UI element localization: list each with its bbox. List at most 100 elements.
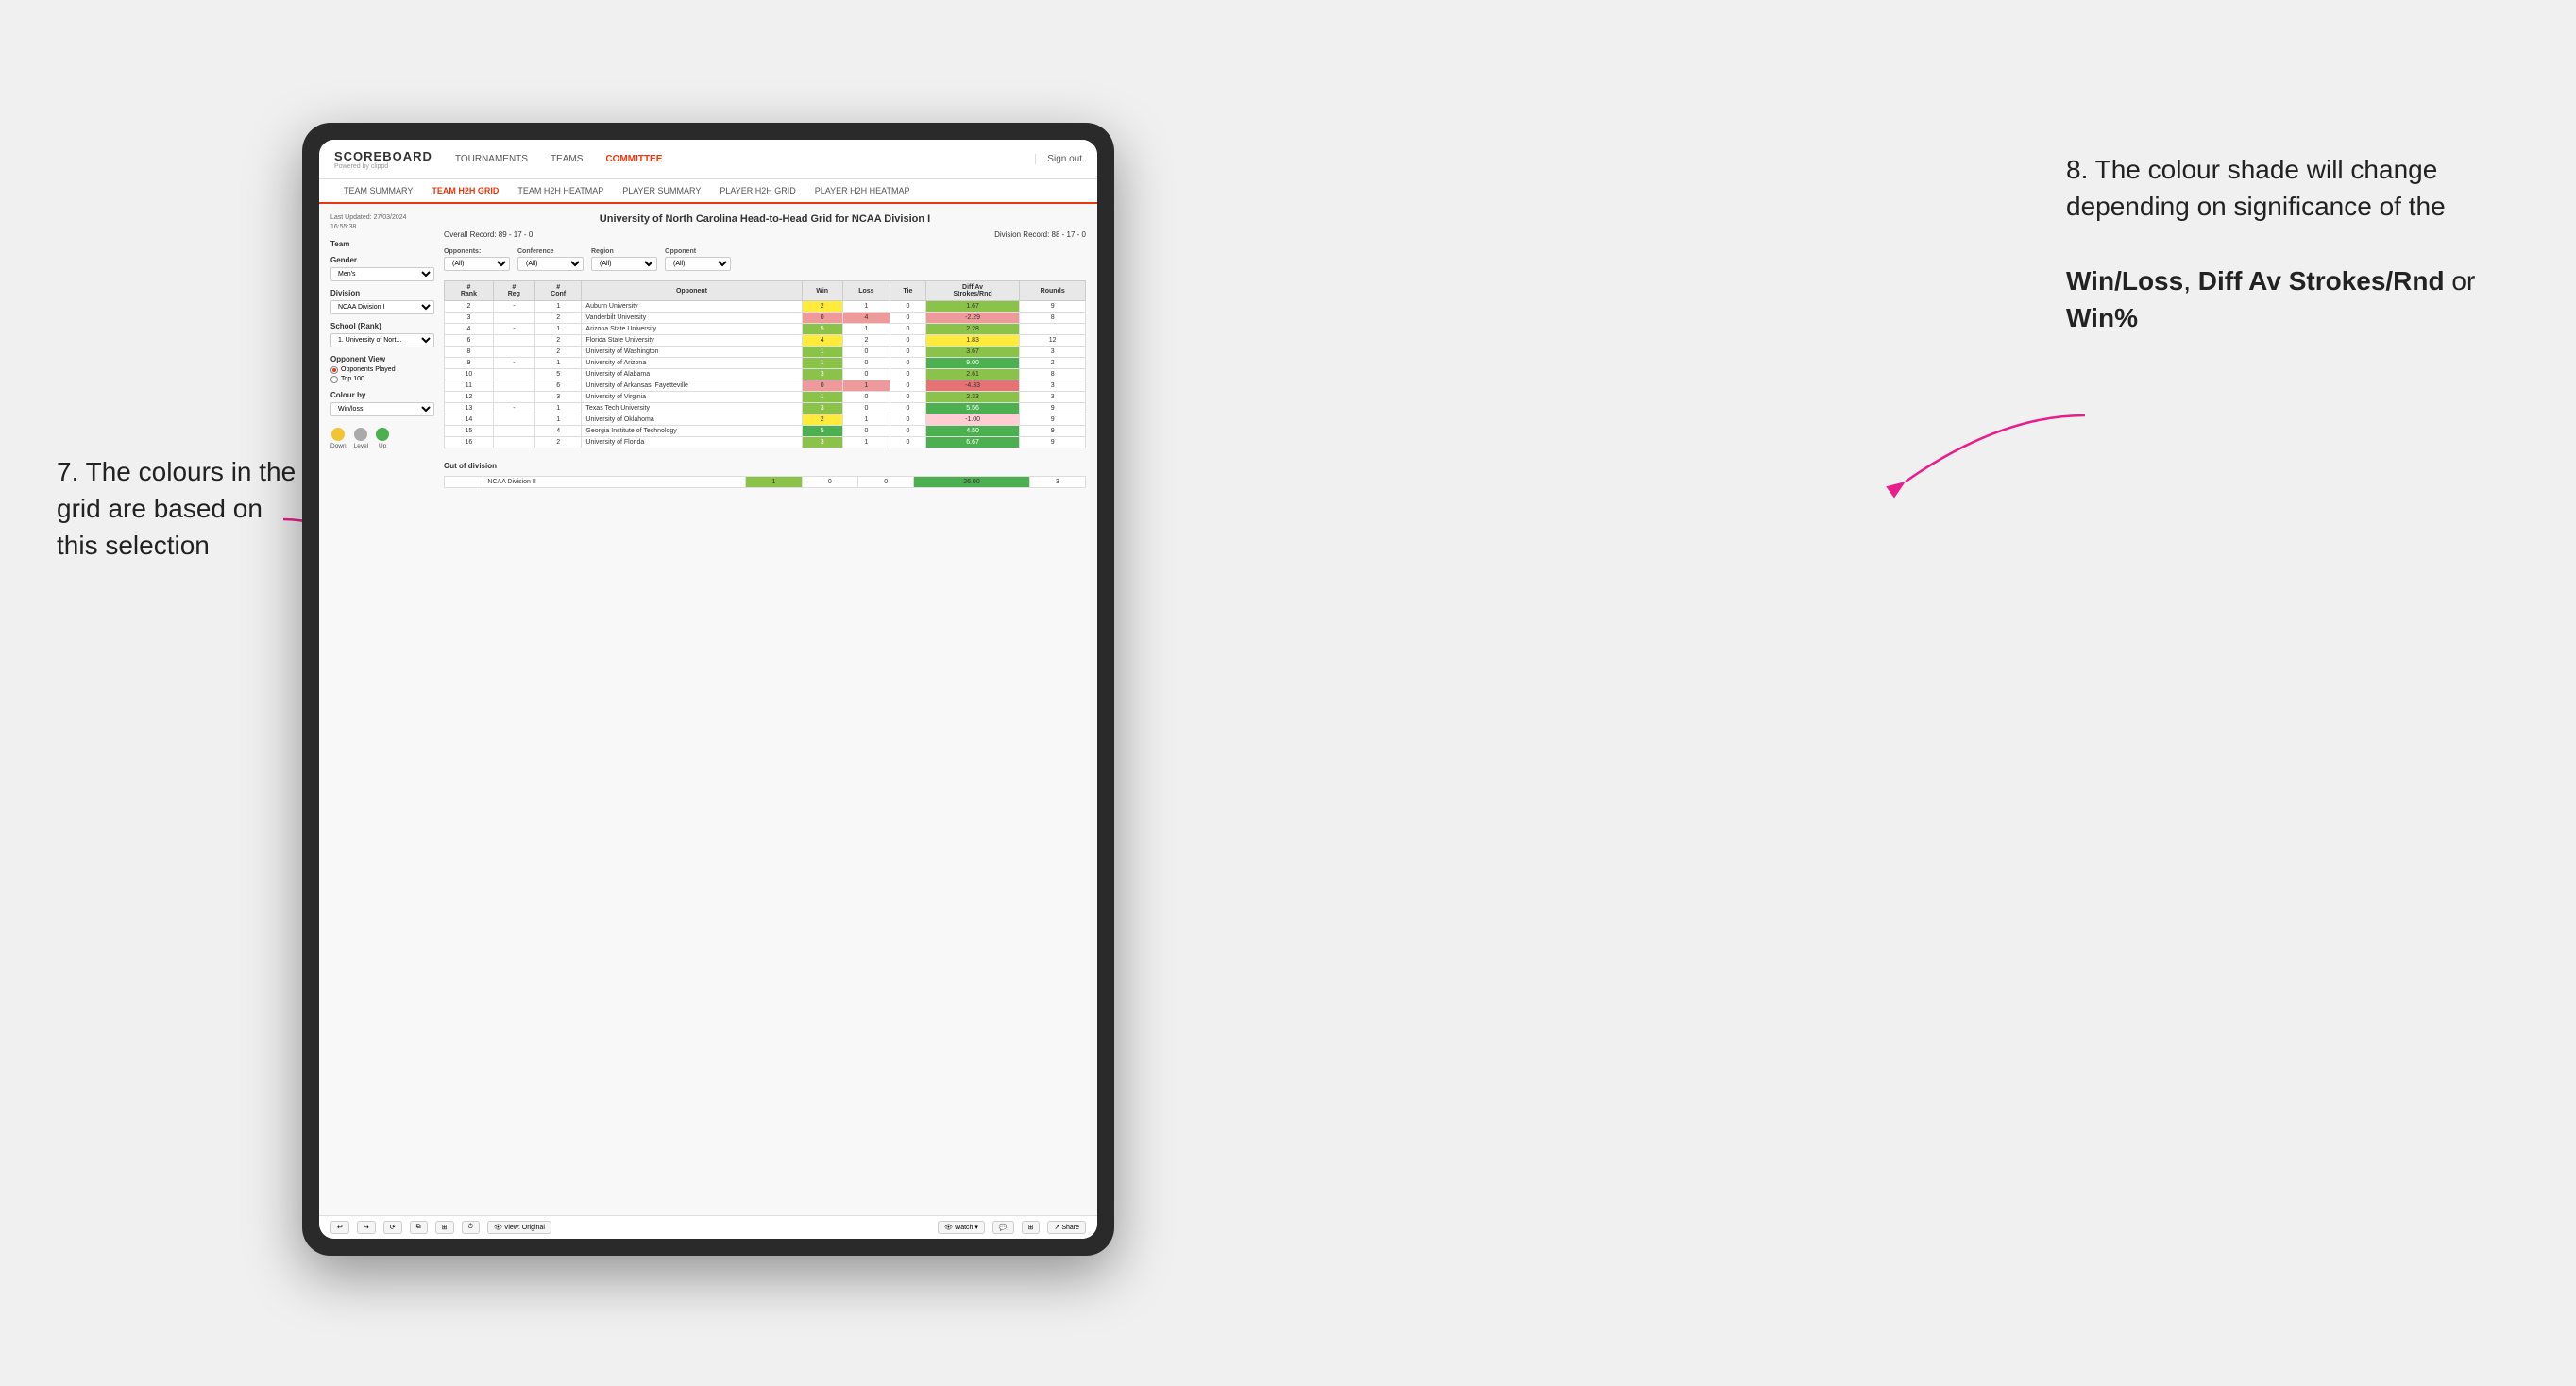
radio-top100[interactable]: Top 100 (330, 376, 434, 383)
cell-rounds: 3 (1020, 346, 1086, 358)
cell-tie: 0 (890, 369, 926, 380)
subnav-team-h2h-grid[interactable]: TEAM H2H GRID (422, 179, 508, 204)
filter-opponents-label: Opponents: (444, 248, 510, 255)
cell-reg: - (493, 403, 534, 414)
division-select[interactable]: NCAA Division I (330, 300, 434, 314)
table-row: 9 - 1 University of Arizona 1 0 0 9.00 2 (445, 358, 1086, 369)
table-row: 15 4 Georgia Institute of Technology 5 0… (445, 426, 1086, 437)
annotation-connector: or (2451, 266, 2475, 296)
cell-conf: 1 (534, 358, 582, 369)
sign-out[interactable]: Sign out (1035, 154, 1082, 164)
cell-win: 0 (802, 313, 842, 324)
ood-diff: 26.00 (914, 477, 1029, 488)
subnav-player-h2h-heatmap[interactable]: PLAYER H2H HEATMAP (805, 179, 920, 202)
subnav-team-h2h-heatmap[interactable]: TEAM H2H HEATMAP (508, 179, 613, 202)
cell-diff: -4.33 (925, 380, 1020, 392)
cell-opponent: Georgia Institute of Technology (582, 426, 802, 437)
cell-diff: 5.56 (925, 403, 1020, 414)
cell-reg (493, 369, 534, 380)
cell-conf: 2 (534, 313, 582, 324)
toolbar-redo[interactable]: ↪ (357, 1221, 376, 1234)
cell-reg (493, 392, 534, 403)
toolbar-copy[interactable]: ⧉ (410, 1221, 428, 1234)
cell-tie: 0 (890, 403, 926, 414)
col-diff: Diff AvStrokes/Rnd (925, 281, 1020, 301)
cell-diff: 1.67 (925, 301, 1020, 313)
gender-select[interactable]: Men's (330, 267, 434, 281)
toolbar-share[interactable]: ↗ Share (1047, 1221, 1086, 1234)
cell-reg (493, 437, 534, 448)
cell-opponent: University of Washington (582, 346, 802, 358)
cell-rounds: 8 (1020, 313, 1086, 324)
filter-opponents-select[interactable]: (All) (444, 257, 510, 271)
filter-opponents: Opponents: (All) (444, 248, 510, 271)
subnav-team-summary[interactable]: TEAM SUMMARY (334, 179, 422, 202)
cell-loss: 2 (842, 335, 890, 346)
cell-loss: 1 (842, 437, 890, 448)
annotation-bold2: Diff Av Strokes/Rnd (2198, 266, 2445, 296)
cell-rounds: 3 (1020, 380, 1086, 392)
filter-conference: Conference (All) (517, 248, 584, 271)
data-table: #Rank #Reg #Conf Opponent Win Loss Tie D… (444, 280, 1086, 448)
cell-loss: 1 (842, 324, 890, 335)
radio-opponents-played[interactable]: Opponents Played (330, 366, 434, 374)
cell-rounds: 9 (1020, 301, 1086, 313)
toolbar-watch[interactable]: 👁 Watch ▾ (938, 1221, 985, 1234)
cell-tie: 0 (890, 335, 926, 346)
annotation-right-text: 8. The colour shade will change dependin… (2066, 155, 2446, 221)
out-of-division-table: NCAA Division II 1 0 0 26.00 3 (444, 476, 1086, 488)
toolbar-clock[interactable]: ⏱ (462, 1221, 480, 1234)
annotation-bold3: Win% (2066, 303, 2138, 332)
cell-loss: 0 (842, 403, 890, 414)
cell-conf: 3 (534, 392, 582, 403)
table-row: 12 3 University of Virginia 1 0 0 2.33 3 (445, 392, 1086, 403)
filter-row: Opponents: (All) Conference (All) Region… (444, 248, 1086, 271)
table-row: 13 - 1 Texas Tech University 3 0 0 5.56 … (445, 403, 1086, 414)
legend-row: Down Level Up (330, 428, 434, 449)
grid-title: University of North Carolina Head-to-Hea… (444, 213, 1086, 225)
app-header: SCOREBOARD Powered by clippd TOURNAMENTS… (319, 140, 1097, 179)
toolbar-view[interactable]: 👁 View: Original (487, 1221, 551, 1234)
cell-rank: 6 (445, 335, 494, 346)
cell-loss: 0 (842, 358, 890, 369)
nav-committee[interactable]: COMMITTEE (602, 152, 666, 166)
filter-conf-select[interactable]: (All) (517, 257, 584, 271)
subnav-player-summary[interactable]: PLAYER SUMMARY (613, 179, 710, 202)
colour-by-label: Colour by (330, 391, 434, 399)
legend-dot-level (354, 428, 367, 441)
toolbar-grid[interactable]: ⊞ (435, 1221, 454, 1234)
table-row: 8 2 University of Washington 1 0 0 3.67 … (445, 346, 1086, 358)
toolbar-step[interactable]: ⟳ (383, 1221, 402, 1234)
grid-subtitle: Overall Record: 89 - 17 - 0 Division Rec… (444, 230, 1086, 239)
table-row: 10 5 University of Alabama 3 0 0 2.61 8 (445, 369, 1086, 380)
watch-label: Watch (955, 1225, 974, 1231)
last-updated-time: 16:55:38 (330, 224, 356, 230)
cell-rounds: 3 (1020, 392, 1086, 403)
toolbar-undo[interactable]: ↩ (330, 1221, 349, 1234)
cell-win: 2 (802, 414, 842, 426)
cell-conf: 2 (534, 335, 582, 346)
cell-rank: 11 (445, 380, 494, 392)
nav-tournaments[interactable]: TOURNAMENTS (451, 152, 532, 166)
school-select[interactable]: 1. University of Nort... (330, 333, 434, 347)
legend-up: Up (376, 428, 389, 449)
cell-win: 5 (802, 324, 842, 335)
cell-tie: 0 (890, 346, 926, 358)
radio-group: Opponents Played Top 100 (330, 366, 434, 383)
legend-label-up: Up (379, 443, 386, 449)
legend-label-down: Down (330, 443, 347, 449)
toolbar-present[interactable]: ⊞ (1022, 1221, 1041, 1234)
nav-teams[interactable]: TEAMS (547, 152, 586, 166)
col-rounds: Rounds (1020, 281, 1086, 301)
cell-win: 1 (802, 346, 842, 358)
filter-region-select[interactable]: (All) (591, 257, 657, 271)
subnav-player-h2h-grid[interactable]: PLAYER H2H GRID (710, 179, 805, 202)
cell-win: 3 (802, 403, 842, 414)
colour-by-select[interactable]: Win/loss (330, 402, 434, 416)
col-conf: #Conf (534, 281, 582, 301)
cell-loss: 0 (842, 369, 890, 380)
logo-text: SCOREBOARD (334, 149, 432, 163)
cell-loss: 0 (842, 426, 890, 437)
filter-opp-select[interactable]: (All) (665, 257, 731, 271)
toolbar-comment[interactable]: 💬 (992, 1221, 1014, 1234)
